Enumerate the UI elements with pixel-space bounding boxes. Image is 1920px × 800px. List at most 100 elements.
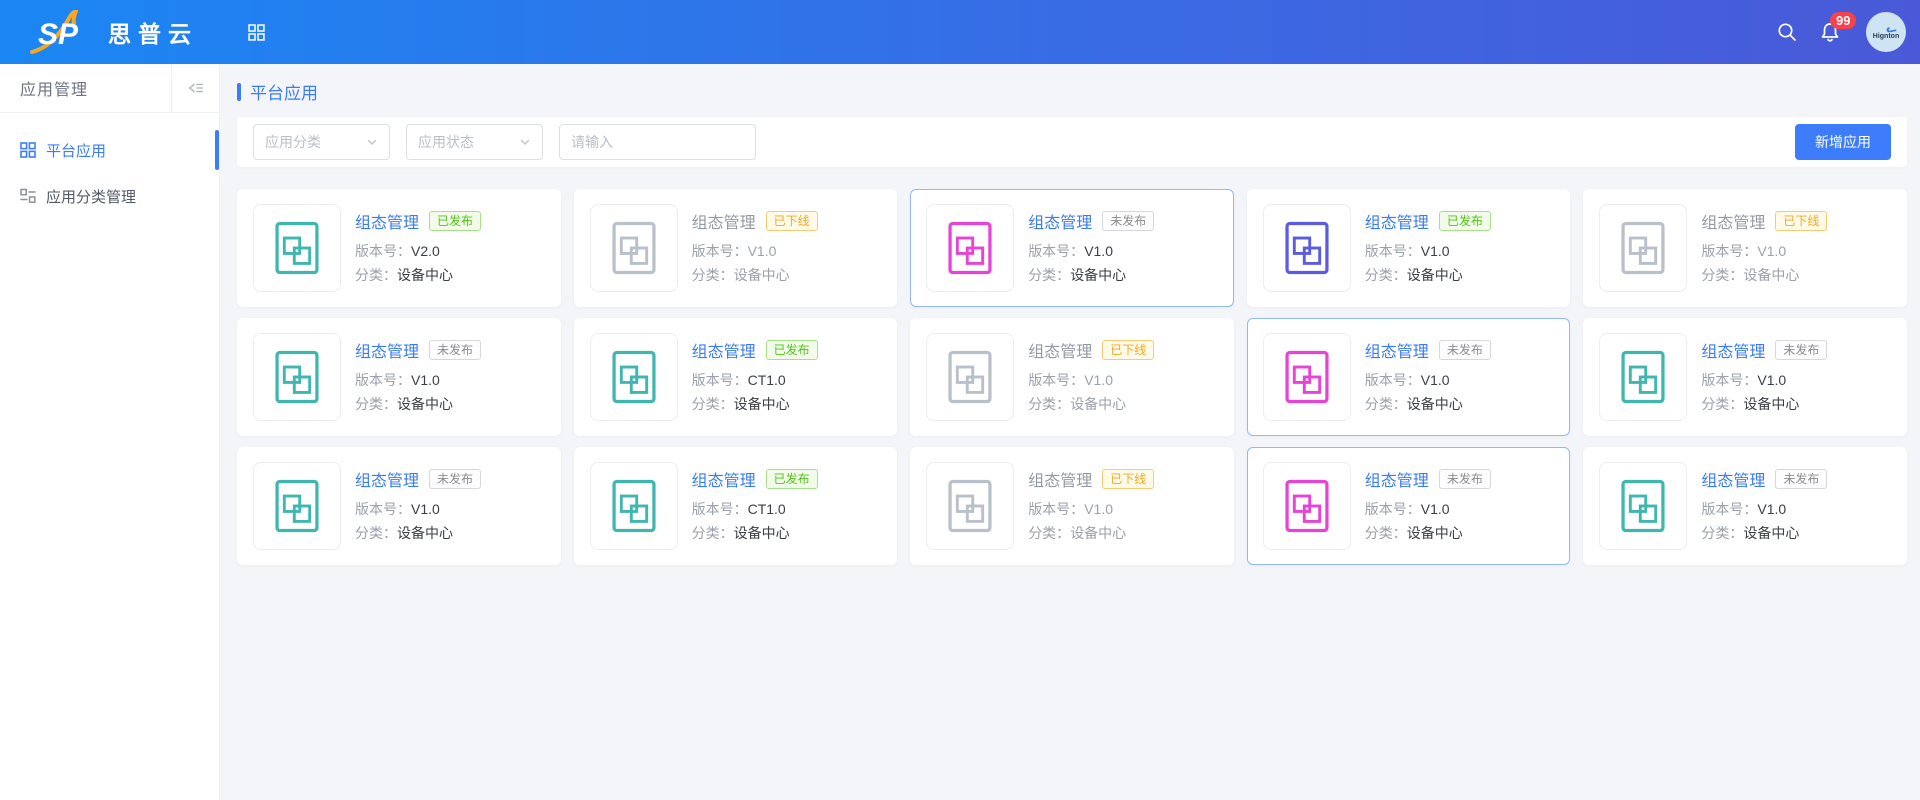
app-card[interactable]: 组态管理 已发布 版本号：V2.0 分类：设备中心 <box>237 189 561 307</box>
app-category-line: 分类：设备中心 <box>355 392 481 416</box>
app-status-badge: 已发布 <box>429 211 481 231</box>
app-title[interactable]: 组态管理 <box>355 209 419 233</box>
app-card[interactable]: 组态管理 未发布 版本号：V1.0 分类：设备中心 <box>1247 318 1571 436</box>
version-value: V1.0 <box>1757 501 1786 517</box>
version-label: 版本号： <box>355 501 411 517</box>
app-category-line: 分类：设备中心 <box>355 521 481 545</box>
version-value: V1.0 <box>1084 501 1113 517</box>
category-label: 分类： <box>355 267 397 283</box>
top-header: SP 思普云 99 ᓚ Hignton <box>0 0 1920 64</box>
version-value: V1.0 <box>1757 372 1786 388</box>
app-status-badge: 未发布 <box>429 340 481 360</box>
app-status-badge: 已下线 <box>1775 211 1827 231</box>
app-card[interactable]: 组态管理 未发布 版本号：V1.0 分类：设备中心 <box>237 318 561 436</box>
app-title[interactable]: 组态管理 <box>1701 467 1765 491</box>
search-icon[interactable] <box>1776 21 1798 43</box>
version-label: 版本号： <box>1701 501 1757 517</box>
category-value: 设备中心 <box>1407 525 1463 541</box>
sidebar-item-platform-apps[interactable]: 平台应用 <box>0 127 219 173</box>
category-value: 设备中心 <box>1070 267 1126 283</box>
app-title[interactable]: 组态管理 <box>1028 209 1092 233</box>
app-version-line: 版本号：V1.0 <box>355 497 481 521</box>
chevron-down-icon <box>519 136 531 148</box>
app-version-line: 版本号：V1.0 <box>1701 497 1827 521</box>
version-label: 版本号： <box>355 372 411 388</box>
app-version-line: 版本号：V1.0 <box>1365 368 1491 392</box>
version-label: 版本号： <box>1701 372 1757 388</box>
app-category-line: 分类：设备中心 <box>1028 392 1154 416</box>
app-title[interactable]: 组态管理 <box>1365 209 1429 233</box>
app-card[interactable]: 组态管理 未发布 版本号：V1.0 分类：设备中心 <box>237 447 561 565</box>
app-card[interactable]: 组态管理 已发布 版本号：CT1.0 分类：设备中心 <box>574 447 898 565</box>
category-value: 设备中心 <box>1407 396 1463 412</box>
category-value: 设备中心 <box>1743 267 1799 283</box>
app-status-badge: 已下线 <box>766 211 818 231</box>
app-title[interactable]: 组态管理 <box>692 338 756 362</box>
app-version-line: 版本号：V1.0 <box>1365 497 1491 521</box>
app-card[interactable]: 组态管理 已下线 版本号：V1.0 分类：设备中心 <box>910 447 1234 565</box>
app-card[interactable]: 组态管理 未发布 版本号：V1.0 分类：设备中心 <box>1583 447 1907 565</box>
app-card[interactable]: 组态管理 未发布 版本号：V1.0 分类：设备中心 <box>1583 318 1907 436</box>
app-title[interactable]: 组态管理 <box>1701 338 1765 362</box>
notification-bell-icon[interactable]: 99 <box>1818 20 1842 44</box>
app-category-select[interactable]: 应用分类 <box>253 124 390 160</box>
app-card[interactable]: 组态管理 已发布 版本号：V1.0 分类：设备中心 <box>1247 189 1571 307</box>
app-title[interactable]: 组态管理 <box>692 467 756 491</box>
version-label: 版本号： <box>1028 243 1084 259</box>
app-status-select-placeholder: 应用状态 <box>418 132 474 152</box>
category-value: 设备中心 <box>734 396 790 412</box>
app-card-grid: 组态管理 已发布 版本号：V2.0 分类：设备中心 组态管理 已下线 <box>237 189 1907 565</box>
app-category-line: 分类：设备中心 <box>1028 521 1154 545</box>
search-input[interactable] <box>559 124 756 160</box>
app-category-line: 分类：设备中心 <box>355 263 481 287</box>
app-status-select[interactable]: 应用状态 <box>406 124 543 160</box>
app-card[interactable]: 组态管理 已发布 版本号：CT1.0 分类：设备中心 <box>574 318 898 436</box>
app-title[interactable]: 组态管理 <box>1028 467 1092 491</box>
app-category-select-placeholder: 应用分类 <box>265 132 321 152</box>
app-title[interactable]: 组态管理 <box>1701 209 1765 233</box>
app-category-line: 分类：设备中心 <box>1365 392 1491 416</box>
sidebar-item-app-category-management[interactable]: 应用分类管理 <box>0 173 219 219</box>
version-value: V1.0 <box>411 501 440 517</box>
brand-logo[interactable]: SP 思普云 <box>0 10 198 54</box>
version-value: V2.0 <box>411 243 440 259</box>
app-title[interactable]: 组态管理 <box>692 209 756 233</box>
app-card[interactable]: 组态管理 已下线 版本号：V1.0 分类：设备中心 <box>910 318 1234 436</box>
version-value: V1.0 <box>1421 243 1450 259</box>
app-status-badge: 未发布 <box>429 469 481 489</box>
version-value: V1.0 <box>1757 243 1786 259</box>
app-card[interactable]: 组态管理 已下线 版本号：V1.0 分类：设备中心 <box>1583 189 1907 307</box>
version-value: V1.0 <box>1084 243 1113 259</box>
app-status-badge: 已发布 <box>1439 211 1491 231</box>
sidebar-item-label: 应用分类管理 <box>46 186 136 207</box>
app-title[interactable]: 组态管理 <box>1365 338 1429 362</box>
collapse-sidebar-icon[interactable] <box>171 64 219 112</box>
category-value: 设备中心 <box>1743 525 1799 541</box>
app-logo-icon <box>1599 333 1687 421</box>
category-label: 分类： <box>1028 396 1070 412</box>
apps-menu-icon[interactable] <box>248 24 265 41</box>
app-version-line: 版本号：V1.0 <box>692 239 818 263</box>
app-title[interactable]: 组态管理 <box>1365 467 1429 491</box>
category-label: 分类： <box>692 396 734 412</box>
category-value: 设备中心 <box>1743 396 1799 412</box>
app-card[interactable]: 组态管理 未发布 版本号：V1.0 分类：设备中心 <box>910 189 1234 307</box>
version-value: V1.0 <box>1421 372 1450 388</box>
version-value: V1.0 <box>1084 372 1113 388</box>
sidebar-item-label: 平台应用 <box>46 140 106 161</box>
category-value: 设备中心 <box>734 267 790 283</box>
app-category-line: 分类：设备中心 <box>1701 521 1827 545</box>
app-category-line: 分类：设备中心 <box>1701 263 1827 287</box>
app-logo-icon <box>1599 204 1687 292</box>
category-value: 设备中心 <box>1407 267 1463 283</box>
app-card[interactable]: 组态管理 未发布 版本号：V1.0 分类：设备中心 <box>1247 447 1571 565</box>
app-title[interactable]: 组态管理 <box>355 338 419 362</box>
app-logo-icon <box>1599 462 1687 550</box>
version-label: 版本号： <box>1365 501 1421 517</box>
app-title[interactable]: 组态管理 <box>355 467 419 491</box>
app-card[interactable]: 组态管理 已下线 版本号：V1.0 分类：设备中心 <box>574 189 898 307</box>
user-avatar[interactable]: ᓚ Hignton <box>1866 12 1906 52</box>
app-title[interactable]: 组态管理 <box>1028 338 1092 362</box>
category-label: 分类： <box>1701 267 1743 283</box>
add-app-button[interactable]: 新增应用 <box>1795 124 1891 160</box>
